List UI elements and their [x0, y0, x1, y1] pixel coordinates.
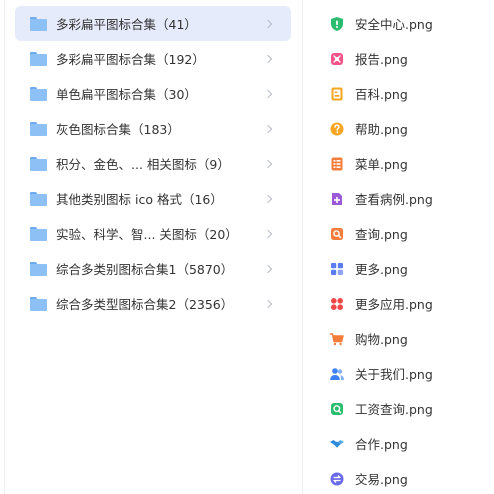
- file-item[interactable]: 安全中心.png: [326, 6, 494, 41]
- file-item[interactable]: 报告.png: [326, 41, 494, 76]
- folder-item[interactable]: 其他类别图标 ico 格式（16）: [15, 181, 291, 216]
- file-label: 关于我们.png: [355, 367, 433, 382]
- folder-item[interactable]: 积分、金色、... 相关图标（9）: [15, 146, 291, 181]
- file-label: 安全中心.png: [355, 17, 433, 32]
- help-icon: [330, 122, 344, 135]
- folder-icon: [30, 261, 47, 276]
- folder-icon: [30, 156, 47, 171]
- folder-item[interactable]: 综合多类别图标合集1（5870）: [15, 251, 291, 286]
- apps-icon: [331, 297, 343, 310]
- cart-icon: [329, 332, 344, 345]
- folder-list: 多彩扁平图标合集（41） 多彩扁平图标合集（192） 单色扁平图标合集（30） …: [15, 6, 291, 321]
- exchange-icon: [330, 472, 344, 485]
- file-item[interactable]: 查看病例.png: [326, 181, 494, 216]
- users-icon: [330, 367, 344, 380]
- file-item[interactable]: 查询.png: [326, 216, 494, 251]
- folder-label: 综合多类别图标合集1（5870）: [56, 262, 234, 277]
- folder-label: 单色扁平图标合集（30）: [56, 87, 197, 102]
- left-border: [4, 0, 5, 494]
- folder-label: 多彩扁平图标合集（41）: [56, 17, 197, 32]
- salary-icon: [331, 402, 343, 415]
- file-label: 菜单.png: [355, 157, 408, 172]
- folder-item[interactable]: 多彩扁平图标合集（192）: [15, 41, 291, 76]
- shield-icon: [331, 16, 343, 31]
- folder-label: 综合多类型图标合集2（2356）: [56, 297, 234, 312]
- file-label: 百科.png: [355, 87, 408, 102]
- folder-item[interactable]: 灰色图标合集（183）: [15, 111, 291, 146]
- file-item[interactable]: 百科.png: [326, 76, 494, 111]
- panel-divider: [302, 0, 303, 494]
- folder-icon: [30, 191, 47, 206]
- file-label: 查询.png: [355, 227, 408, 242]
- file-label: 交易.png: [355, 472, 408, 487]
- report-icon: [331, 52, 343, 65]
- file-item[interactable]: 菜单.png: [326, 146, 494, 181]
- folder-icon: [30, 51, 47, 66]
- folder-item[interactable]: 单色扁平图标合集（30）: [15, 76, 291, 111]
- file-label: 工资查询.png: [355, 402, 433, 417]
- file-item[interactable]: 更多应用.png: [326, 286, 494, 321]
- file-item[interactable]: 合作.png: [326, 426, 494, 461]
- folder-label: 其他类别图标 ico 格式（16）: [56, 192, 223, 207]
- medical-record-icon: [332, 192, 342, 205]
- file-label: 报告.png: [355, 52, 408, 67]
- folder-item[interactable]: 综合多类型图标合集2（2356）: [15, 286, 291, 321]
- file-label: 查看病例.png: [355, 192, 433, 207]
- search-doc-icon: [331, 227, 343, 240]
- grid-icon: [331, 262, 343, 275]
- handshake-icon: [330, 439, 344, 448]
- file-label: 更多应用.png: [355, 297, 433, 312]
- file-label: 合作.png: [355, 437, 408, 452]
- file-item[interactable]: 购物.png: [326, 321, 494, 356]
- file-item[interactable]: 关于我们.png: [326, 356, 494, 391]
- file-label: 帮助.png: [355, 122, 408, 137]
- folder-item[interactable]: 实验、科学、智... 关图标（20）: [15, 216, 291, 251]
- folder-icon: [30, 121, 47, 136]
- file-item[interactable]: 工资查询.png: [326, 391, 494, 426]
- folder-icon: [30, 16, 47, 31]
- folder-icon: [30, 296, 47, 311]
- file-label: 购物.png: [355, 332, 408, 347]
- folder-icon: [30, 226, 47, 241]
- folder-label: 灰色图标合集（183）: [56, 122, 180, 137]
- folder-item[interactable]: 多彩扁平图标合集（41）: [15, 6, 291, 41]
- file-browser: 多彩扁平图标合集（41） 多彩扁平图标合集（192） 单色扁平图标合集（30） …: [0, 0, 494, 494]
- folder-label: 多彩扁平图标合集（192）: [56, 52, 205, 67]
- menu-icon: [331, 157, 343, 170]
- file-item[interactable]: 更多.png: [326, 251, 494, 286]
- file-item[interactable]: 帮助.png: [326, 111, 494, 146]
- file-label: 更多.png: [355, 262, 408, 277]
- file-item[interactable]: 交易.png: [326, 461, 494, 494]
- book-icon: [331, 87, 343, 100]
- folder-icon: [30, 86, 47, 101]
- file-list: 安全中心.png 报告.png 百科.png 帮助.png 菜单.png 查看病…: [326, 6, 494, 494]
- folder-label: 实验、科学、智... 关图标（20）: [56, 227, 238, 242]
- folder-label: 积分、金色、... 相关图标（9）: [56, 157, 230, 172]
